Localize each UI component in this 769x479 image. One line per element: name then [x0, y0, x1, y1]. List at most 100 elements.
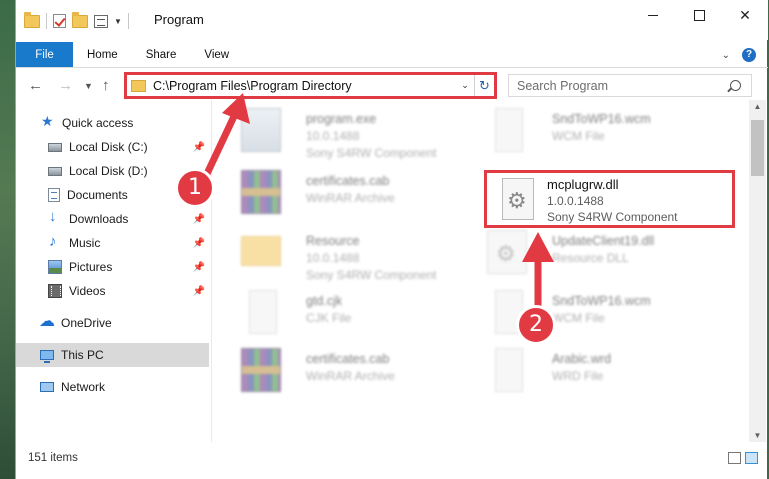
- sidebar-item-music[interactable]: Music 📌: [16, 231, 209, 255]
- list-item[interactable]: SndToWP16.wcm WCM File: [477, 282, 717, 338]
- list-item[interactable]: program.exe 10.0.1488 Sony S4RW Componen…: [231, 100, 471, 160]
- sidebar-item-pictures[interactable]: Pictures 📌: [16, 255, 209, 279]
- details-view-icon[interactable]: [728, 452, 741, 464]
- file-description: Sony S4RW Component: [306, 268, 437, 282]
- file-description: Sony S4RW Component: [306, 146, 437, 160]
- sidebar-item-label: Videos: [69, 284, 106, 298]
- gear-icon: [487, 230, 527, 274]
- expand-ribbon-chevron-icon[interactable]: ⌄: [722, 50, 730, 61]
- sidebar-item-label: Pictures: [69, 260, 113, 274]
- list-item[interactable]: Resource 10.0.1488 Sony S4RW Component: [231, 222, 471, 282]
- highlighted-file-version: 1.0.0.1488: [547, 194, 604, 208]
- minimize-button[interactable]: [630, 0, 676, 31]
- tab-share[interactable]: Share: [132, 42, 191, 67]
- sidebar-item-network[interactable]: Network: [16, 375, 209, 399]
- list-item[interactable]: UpdateClient19.dll Resource DLL: [477, 222, 717, 278]
- file-name: UpdateClient19.dll: [552, 234, 655, 248]
- tab-view[interactable]: View: [190, 42, 243, 67]
- vertical-scrollbar[interactable]: ▲ ▼: [749, 100, 766, 442]
- address-bar[interactable]: C:\Program Files\Program Directory ⌄ ↻: [124, 72, 497, 99]
- search-placeholder[interactable]: Search Program: [517, 79, 730, 93]
- pin-icon: 📌: [192, 261, 205, 273]
- address-path[interactable]: C:\Program Files\Program Directory: [153, 79, 456, 93]
- star-icon: [41, 113, 55, 130]
- document-icon: [495, 108, 523, 152]
- title-bar: ▼ Program ✕: [16, 0, 768, 40]
- list-item[interactable]: SndToWP16.wcm WCM File: [477, 100, 717, 156]
- sidebar-item-quick-access[interactable]: Quick access: [16, 111, 209, 135]
- tab-file[interactable]: File: [16, 42, 73, 67]
- pane-divider[interactable]: [211, 100, 212, 442]
- disk-icon: [48, 142, 62, 152]
- navigation-bar: ← → ▼ ↑ C:\Program Files\Program Directo…: [16, 72, 768, 100]
- sidebar-item-label: This PC: [61, 348, 104, 362]
- help-icon[interactable]: ?: [742, 48, 756, 62]
- sidebar-item-label: Music: [69, 236, 101, 250]
- file-name: SndToWP16.wcm: [552, 112, 651, 126]
- new-folder-icon[interactable]: [72, 11, 88, 28]
- highlighted-file-name: mcplugrw.dll: [547, 177, 619, 192]
- close-button[interactable]: ✕: [722, 0, 768, 31]
- step-2-badge: 2: [516, 305, 556, 345]
- recent-locations-chevron-icon[interactable]: ▼: [84, 81, 93, 91]
- rar-icon: [241, 170, 281, 214]
- navigation-pane: Quick access Local Disk (C:) 📌 Local Dis…: [16, 107, 209, 442]
- customize-toolbar-dropdown-icon[interactable]: ▼: [114, 17, 122, 26]
- highlighted-file-description: Sony S4RW Component: [547, 210, 678, 224]
- address-dropdown-icon[interactable]: ⌄: [456, 80, 474, 91]
- scrollbar-thumb[interactable]: [751, 120, 764, 176]
- refresh-icon[interactable]: ↻: [474, 75, 494, 96]
- document-icon: [249, 290, 277, 334]
- rename-icon[interactable]: [94, 14, 108, 28]
- back-arrow-icon[interactable]: ←: [28, 77, 43, 94]
- step-1-badge: 1: [175, 168, 215, 208]
- onedrive-icon: [39, 311, 55, 331]
- network-icon: [40, 382, 54, 392]
- view-toggle: [728, 452, 758, 464]
- file-type: Resource DLL: [552, 251, 629, 265]
- list-item[interactable]: gtd.cjk CJK File: [231, 282, 471, 338]
- maximize-button[interactable]: [676, 0, 722, 31]
- sidebar-item-onedrive[interactable]: OneDrive: [16, 311, 209, 335]
- tiles-view-icon[interactable]: [745, 452, 758, 464]
- file-type: WCM File: [552, 311, 605, 325]
- file-version: 10.0.1488: [306, 251, 360, 265]
- file-type: CJK File: [306, 311, 352, 325]
- file-type: WRD File: [552, 369, 604, 383]
- videos-icon: [48, 284, 62, 298]
- music-icon: [48, 233, 62, 250]
- ribbon-tabs: File Home Share View ⌄ ?: [16, 42, 768, 68]
- pin-icon: 📌: [192, 213, 205, 225]
- sidebar-item-label: Downloads: [69, 212, 129, 226]
- pin-icon: 📌: [192, 285, 205, 297]
- folder-icon[interactable]: [24, 11, 40, 28]
- file-name: SndToWP16.wcm: [552, 294, 651, 308]
- scroll-down-icon[interactable]: ▼: [749, 431, 766, 440]
- sidebar-item-downloads[interactable]: Downloads 📌: [16, 207, 209, 231]
- sidebar-item-local-disk-c[interactable]: Local Disk (C:) 📌: [16, 135, 209, 159]
- sidebar-item-videos[interactable]: Videos 📌: [16, 279, 209, 303]
- list-item[interactable]: certificates.cab WinRAR Archive: [231, 162, 471, 218]
- quick-access-toolbar: ▼: [24, 11, 129, 29]
- properties-check-icon[interactable]: [53, 14, 66, 28]
- list-item[interactable]: certificates.cab WinRAR Archive: [231, 340, 471, 396]
- disk-icon: [48, 166, 62, 176]
- sidebar-item-label: Documents: [67, 188, 128, 202]
- pin-icon: 📌: [192, 141, 205, 153]
- up-arrow-icon[interactable]: ↑: [102, 77, 110, 94]
- search-icon[interactable]: [730, 80, 741, 91]
- search-box[interactable]: Search Program: [508, 74, 752, 97]
- status-bar: 151 items: [16, 442, 768, 479]
- window-controls: ✕: [630, 0, 768, 31]
- scroll-up-icon[interactable]: ▲: [749, 102, 766, 111]
- toolbar-separator: [46, 13, 47, 29]
- sidebar-item-label: Quick access: [62, 116, 134, 130]
- list-item[interactable]: Arabic.wrd WRD File: [477, 340, 717, 396]
- highlighted-file-item[interactable]: mcplugrw.dll 1.0.0.1488 Sony S4RW Compon…: [484, 170, 735, 228]
- rar-icon: [241, 348, 281, 392]
- sidebar-item-this-pc[interactable]: This PC: [16, 343, 209, 367]
- forward-arrow-icon[interactable]: →: [58, 77, 73, 94]
- documents-icon: [48, 188, 60, 202]
- tab-home[interactable]: Home: [73, 42, 132, 67]
- pc-icon: [40, 350, 54, 363]
